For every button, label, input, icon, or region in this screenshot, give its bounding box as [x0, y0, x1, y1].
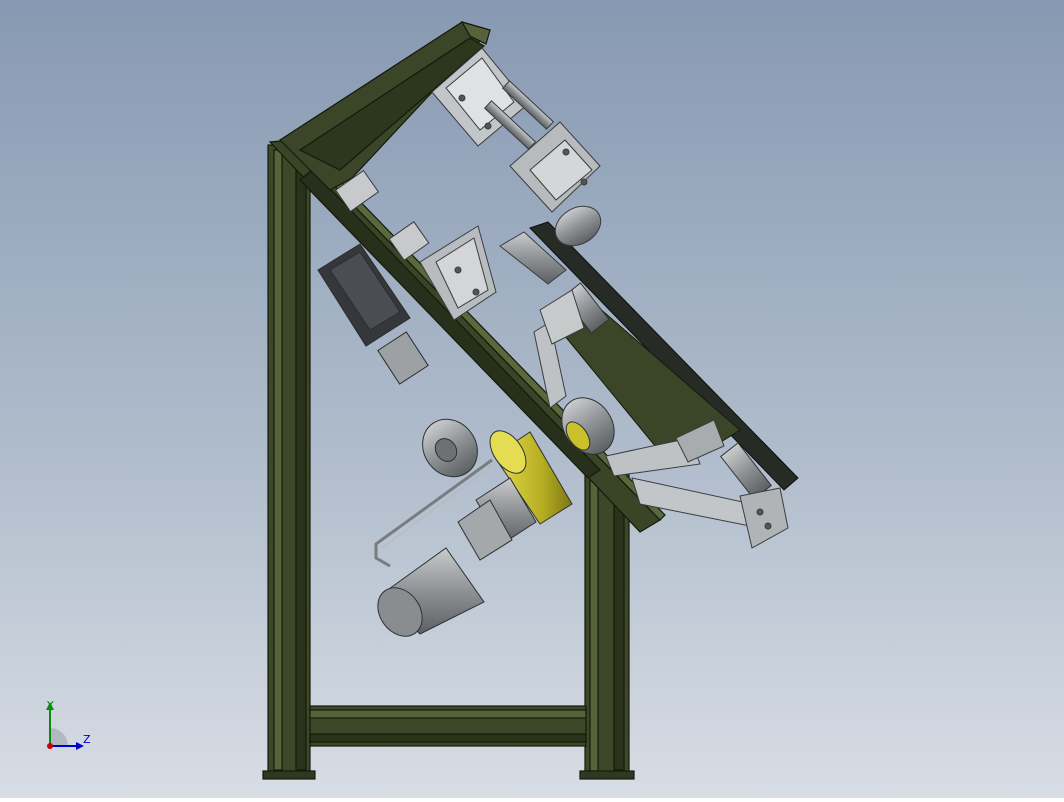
- end-bolt-1: [756, 508, 764, 516]
- left-post-web: [295, 159, 307, 771]
- right-post-flange: [589, 474, 599, 772]
- cross-beam-lower: [309, 733, 587, 743]
- y-axis-label: Y: [47, 699, 54, 712]
- actuator-bolt-1: [562, 148, 570, 156]
- cad-viewport[interactable]: Y Z: [0, 0, 1064, 798]
- x-axis-origin: [47, 743, 53, 749]
- end-bolt-2: [764, 522, 772, 530]
- actuator-bolt-3: [458, 94, 466, 102]
- mid-bolt-2: [472, 288, 480, 296]
- right-post-web: [613, 479, 625, 771]
- left-post-flange: [273, 149, 283, 771]
- actuator-bolt-4: [484, 122, 492, 130]
- right-foot: [579, 770, 635, 780]
- triad-quadrant: [50, 728, 68, 746]
- actuator-bolt-2: [580, 178, 588, 186]
- left-foot: [262, 770, 316, 780]
- z-axis-label: Z: [83, 733, 91, 746]
- cross-beam-flange: [309, 709, 587, 719]
- assembly-model[interactable]: [0, 0, 1064, 798]
- mid-bolt-1: [454, 266, 462, 274]
- coordinate-triad: Y Z: [38, 698, 98, 758]
